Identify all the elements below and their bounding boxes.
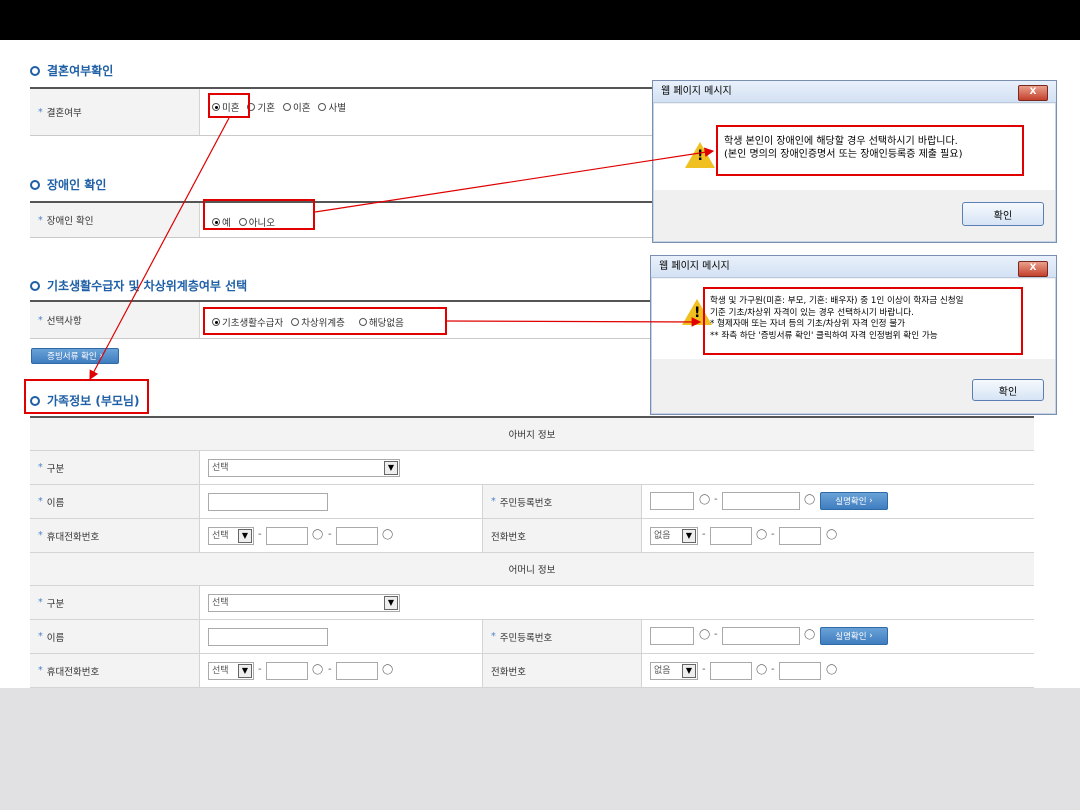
arrow-to-family [89, 117, 230, 381]
annotation-arrows [89, 117, 715, 381]
arrow-to-dialog1 [314, 147, 715, 213]
arrow-to-dialog2 [446, 317, 702, 327]
